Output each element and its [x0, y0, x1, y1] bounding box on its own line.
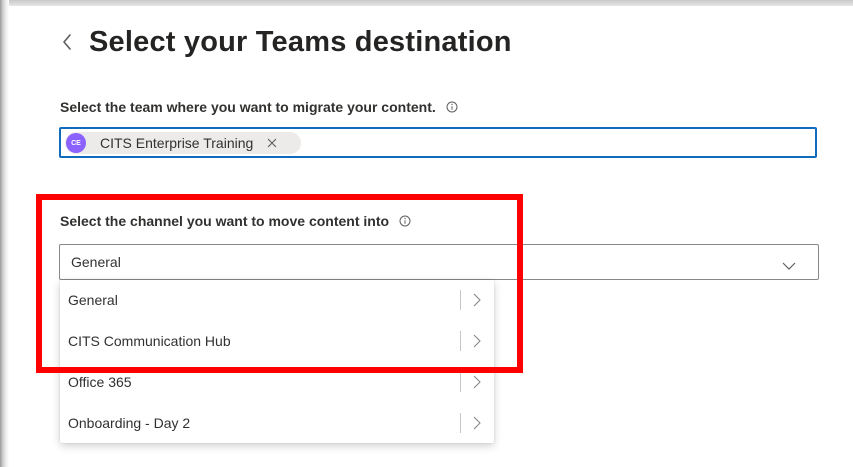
- option-label: CITS Communication Hub: [68, 333, 231, 349]
- channel-option-cits-communication-hub[interactable]: CITS Communication Hub: [60, 321, 494, 362]
- window-frame-top: [0, 0, 853, 6]
- channel-field-label: Select the channel you want to move cont…: [60, 213, 411, 229]
- team-avatar: CE: [66, 133, 86, 153]
- option-label: General: [68, 292, 118, 308]
- channel-selected-value: General: [71, 254, 121, 270]
- page-title: Select your Teams destination: [89, 25, 512, 58]
- selected-team-name: CITS Enterprise Training: [100, 135, 254, 151]
- back-button[interactable]: [60, 22, 74, 62]
- chevron-right-icon[interactable]: [473, 375, 481, 394]
- chevron-right-icon[interactable]: [473, 334, 481, 353]
- team-label-text: Select the team where you want to migrat…: [60, 99, 436, 115]
- window-frame-left: [0, 0, 9, 467]
- option-divider: [460, 331, 461, 351]
- chevron-right-icon[interactable]: [473, 293, 481, 312]
- team-picker-input[interactable]: CE CITS Enterprise Training: [59, 127, 817, 158]
- chevron-right-icon[interactable]: [473, 416, 481, 435]
- option-label: Onboarding - Day 2: [68, 415, 191, 431]
- channel-options-list: General CITS Communication Hub Office 36…: [60, 280, 494, 443]
- page-header: Select your Teams destination: [60, 22, 512, 62]
- selected-team-chip: CE CITS Enterprise Training: [65, 132, 301, 154]
- channel-dropdown[interactable]: General: [59, 244, 819, 280]
- option-divider: [460, 372, 461, 392]
- team-field-label: Select the team where you want to migrat…: [60, 99, 458, 115]
- chevron-down-icon: [782, 257, 796, 275]
- option-label: Office 365: [68, 374, 132, 390]
- channel-label-text: Select the channel you want to move cont…: [60, 213, 390, 229]
- close-icon[interactable]: [267, 138, 277, 148]
- chevron-left-icon: [63, 34, 71, 50]
- option-divider: [460, 413, 461, 433]
- channel-option-onboarding-day-2[interactable]: Onboarding - Day 2: [60, 403, 494, 444]
- info-icon[interactable]: [399, 215, 411, 227]
- channel-option-general[interactable]: General: [60, 280, 494, 321]
- option-divider: [460, 290, 461, 310]
- info-icon[interactable]: [446, 101, 458, 113]
- channel-option-office-365[interactable]: Office 365: [60, 362, 494, 403]
